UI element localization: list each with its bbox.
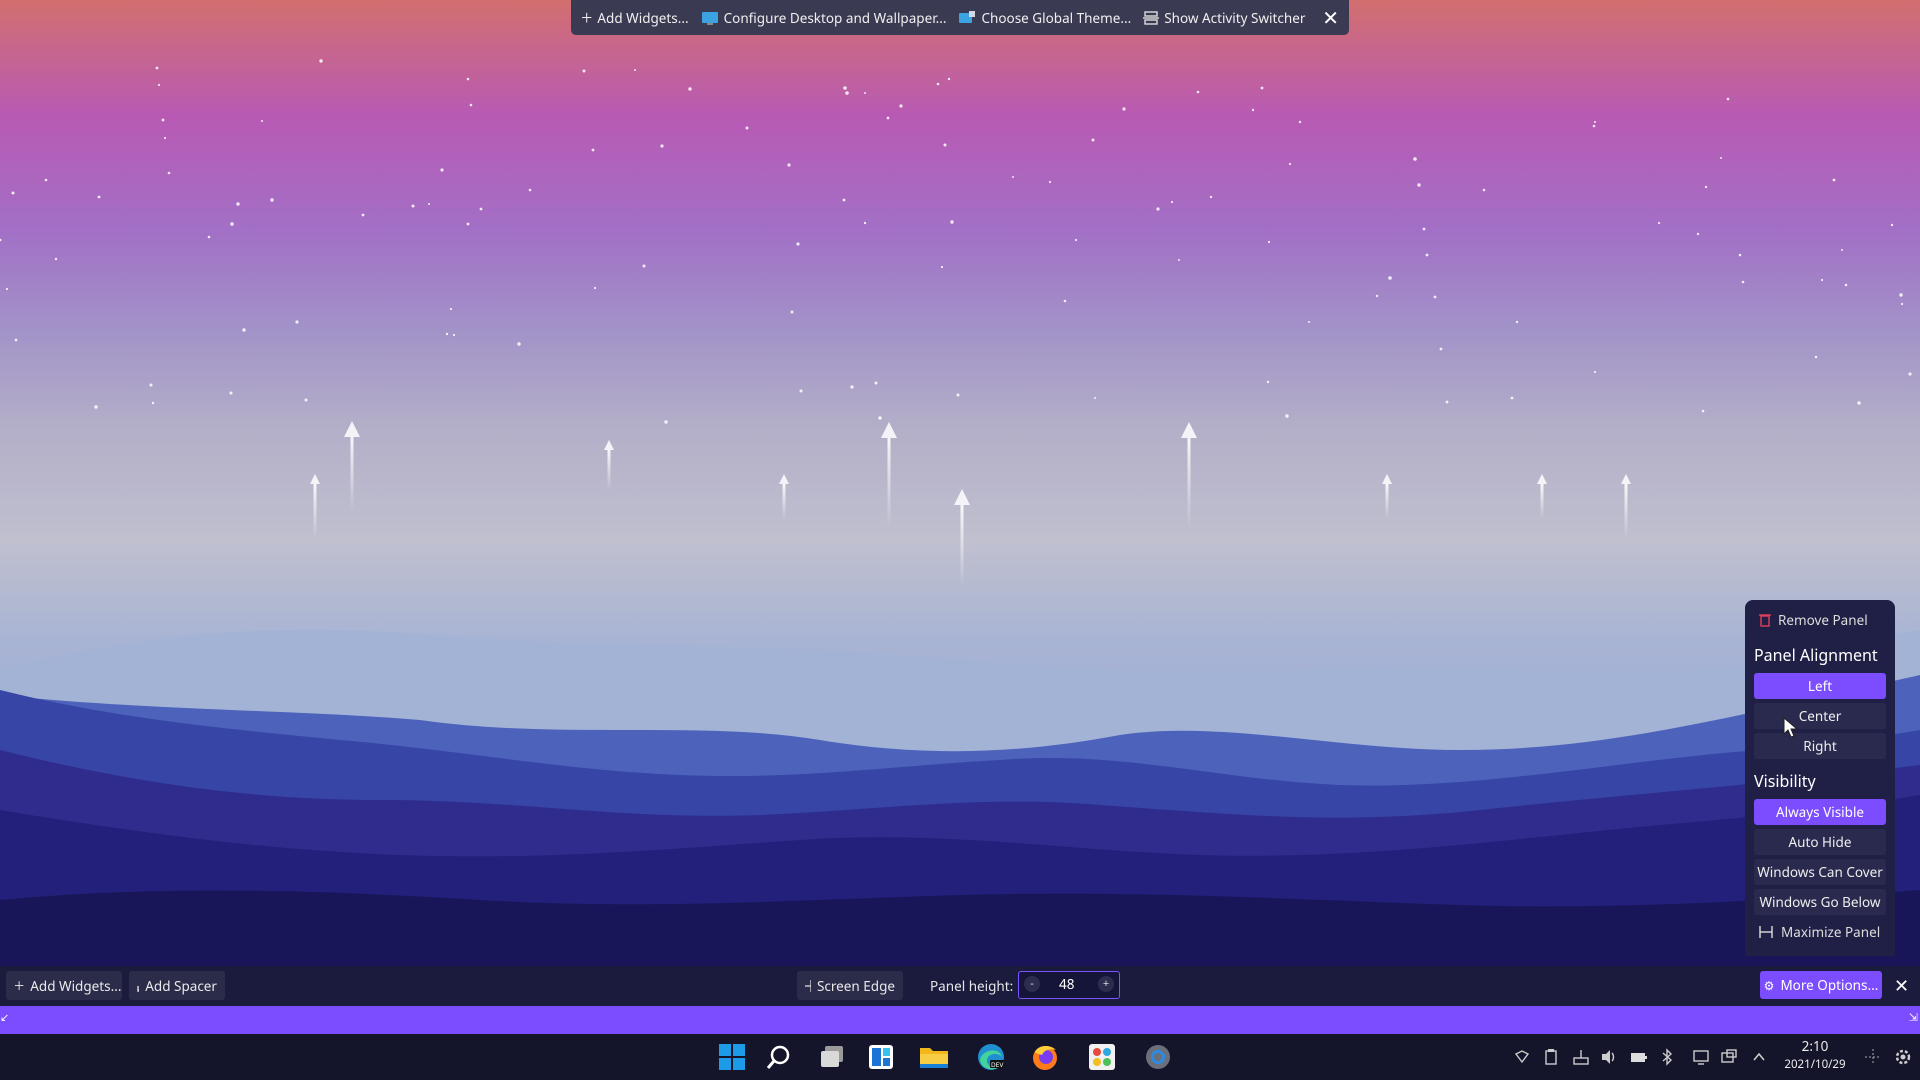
show-desktop-icon[interactable] [1864, 1048, 1882, 1066]
panel-height-spinbox[interactable]: - 48 + [1018, 971, 1120, 999]
desktop-wallpaper[interactable] [0, 0, 1920, 966]
decrease-height-button[interactable]: - [1024, 976, 1040, 992]
add-spacer-button[interactable]: Add Spacer [129, 971, 225, 1000]
widgets-icon[interactable] [864, 1040, 898, 1074]
auto-hide-button[interactable]: Auto Hide [1754, 829, 1886, 855]
plus-icon: + [14, 973, 25, 998]
settings-app-icon[interactable] [1141, 1040, 1175, 1074]
align-right-button[interactable]: Right [1754, 733, 1886, 759]
paint-app-icon[interactable] [1085, 1040, 1119, 1074]
add-widgets-panel-label: Add Widgets... [30, 976, 122, 995]
task-view-icon[interactable] [815, 1040, 849, 1074]
battery-icon[interactable] [1630, 1048, 1648, 1066]
add-spacer-label: Add Spacer [145, 976, 217, 995]
close-icon[interactable]: ✕ [1322, 4, 1339, 31]
panel-height-value[interactable]: 48 [1059, 975, 1074, 993]
configure-desktop-label: Configure Desktop and Wallpaper... [723, 8, 947, 27]
notification-icon[interactable] [1513, 1048, 1531, 1066]
screen-edge-button[interactable]: Screen Edge [797, 971, 903, 1000]
start-icon[interactable] [715, 1040, 749, 1074]
add-widgets-label: Add Widgets... [597, 8, 689, 27]
more-options-label: More Options... [1780, 976, 1879, 994]
gear-icon: ⚙ [1763, 976, 1775, 994]
display-icon[interactable] [1692, 1048, 1710, 1066]
visibility-heading: Visibility [1754, 770, 1816, 792]
always-visible-button[interactable]: Always Visible [1754, 799, 1886, 825]
mouse-cursor-icon [1783, 717, 1799, 738]
panel-options-popup: Remove Panel Panel Alignment Left Center… [1745, 600, 1895, 956]
add-widgets-button[interactable]: + Add Widgets... [581, 3, 689, 31]
left-edge-arrow-icon[interactable]: ↙ [0, 1010, 9, 1025]
clock[interactable]: 2:10 2021/10/29 [1772, 1036, 1858, 1074]
clipboard-icon[interactable] [1542, 1048, 1560, 1066]
windows-can-cover-button[interactable]: Windows Can Cover [1754, 859, 1886, 885]
trash-icon [1759, 614, 1771, 627]
theme-icon [959, 10, 976, 23]
firefox-icon[interactable] [1028, 1040, 1062, 1074]
remove-panel-button[interactable]: Remove Panel [1759, 611, 1868, 629]
align-center-button[interactable]: Center [1754, 703, 1886, 729]
activities-icon [1143, 10, 1160, 25]
maximize-panel-button[interactable]: Maximize Panel [1759, 923, 1880, 941]
panel-resize-handle[interactable]: ↙ ⇲ [0, 1006, 1920, 1034]
network-icon[interactable] [1572, 1048, 1590, 1066]
wallpaper-hills [0, 629, 1920, 966]
windows-go-below-button[interactable]: Windows Go Below [1754, 889, 1886, 915]
monitor-icon [701, 11, 718, 25]
increase-height-button[interactable]: + [1098, 976, 1114, 992]
choose-theme-label: Choose Global Theme... [981, 8, 1132, 27]
panel-height-label: Panel height: [930, 977, 1014, 995]
maximize-icon [1759, 926, 1773, 938]
clock-date: 2021/10/29 [1784, 1057, 1846, 1072]
close-edit-mode-icon[interactable]: ✕ [1894, 974, 1909, 998]
screen-layout-icon[interactable] [1720, 1048, 1738, 1066]
clock-time: 2:10 [1801, 1037, 1829, 1055]
move-icon [805, 979, 811, 992]
choose-global-theme-button[interactable]: Choose Global Theme... [958, 9, 1131, 27]
panel-settings-gear-icon[interactable] [1894, 1048, 1912, 1066]
search-icon[interactable] [762, 1040, 796, 1074]
panel-alignment-heading: Panel Alignment [1754, 644, 1878, 666]
more-options-button[interactable]: ⚙ More Options... [1760, 971, 1882, 999]
right-edge-arrow-icon[interactable]: ⇲ [1909, 1010, 1918, 1025]
plus-icon: + [581, 3, 593, 31]
edge-dev-icon[interactable]: DEV [974, 1040, 1008, 1074]
spacer-icon [137, 985, 140, 992]
configure-desktop-button[interactable]: Configure Desktop and Wallpaper... [701, 8, 947, 27]
align-left-button[interactable]: Left [1754, 673, 1886, 699]
add-widgets-panel-button[interactable]: + Add Widgets... [6, 971, 122, 1000]
file-explorer-icon[interactable] [917, 1040, 951, 1074]
bluetooth-icon[interactable] [1658, 1048, 1676, 1066]
svg-text:DEV: DEV [991, 1062, 1004, 1069]
remove-panel-label: Remove Panel [1778, 611, 1868, 629]
taskbar: DEV [0, 1034, 1920, 1080]
volume-icon[interactable] [1600, 1048, 1618, 1066]
wallpaper-rockets [310, 421, 1631, 585]
chevron-up-icon[interactable] [1750, 1048, 1768, 1066]
maximize-panel-label: Maximize Panel [1781, 923, 1881, 941]
show-activity-switcher-button[interactable]: Show Activity Switcher [1143, 9, 1305, 27]
screen-edge-label: Screen Edge [816, 976, 895, 995]
desktop-edit-toolbar: + Add Widgets... Configure Desktop and W… [571, 0, 1349, 35]
activity-switcher-label: Show Activity Switcher [1164, 8, 1306, 27]
